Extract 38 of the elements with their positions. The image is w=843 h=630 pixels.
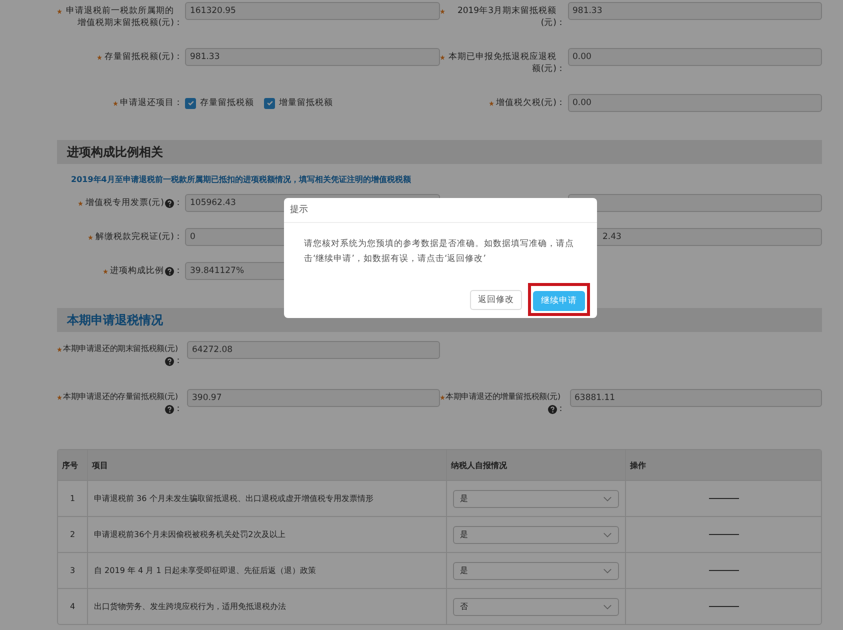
- field-label: 解缴税款完税证(元): [95, 231, 174, 243]
- table-cell-text: 1: [68, 493, 76, 505]
- label-colon: ：: [174, 51, 183, 63]
- field-label: 申请退还项目: [120, 97, 174, 109]
- checkbox-label: 存量留抵税额: [200, 97, 254, 109]
- column-header: 序号: [61, 460, 79, 472]
- table-cell: 申请退税前 36 个月未发生骗取留抵退税、出口退税或虚开增值税专用发票情形: [87, 481, 446, 516]
- dialog-title: 提示: [284, 198, 597, 223]
- table-cell-text: 3: [68, 565, 76, 577]
- label-colon: ：: [174, 355, 183, 367]
- label-colon: ：: [556, 17, 566, 29]
- field-label: 进项构成比例: [110, 265, 164, 277]
- label-colon: ：: [174, 97, 183, 109]
- field-label: 存量留抵税额(元): [104, 51, 174, 63]
- section-note: 2019年4月至申请退税前一税款所属期已抵扣的进项税额情况，填写相关凭证注明的增值税税额: [71, 174, 412, 186]
- label-colon: ：: [174, 17, 183, 29]
- label-colon: ：: [174, 403, 183, 415]
- label-colon: ：: [174, 231, 183, 243]
- table-cell: 出口货物劳务、发生跨境应税行为，适用免抵退税办法: [87, 589, 446, 624]
- section-header: 进项构成比例相关: [57, 140, 822, 164]
- label-colon: ：: [556, 63, 566, 75]
- field-label: 2019年3月期末留抵税额(元): [456, 5, 556, 29]
- table-cell: 申请退税前36个月未因偷税被税务机关处罚2次及以上: [87, 517, 446, 552]
- table-cell-text: 4: [68, 601, 76, 613]
- table-cell-text: 2: [68, 529, 76, 541]
- field-label: 本期已申报免抵退税应退税额(元): [448, 51, 556, 75]
- field-label: 增值税专用发票(元): [85, 197, 164, 209]
- table-cell: 自 2019 年 4 月 1 日起未享受即征即退、先征后返（退）政策: [87, 553, 446, 588]
- checkbox-label: 增量留抵税额: [279, 97, 333, 109]
- column-header: 项目: [87, 450, 446, 480]
- label-colon: ：: [174, 197, 183, 209]
- label-colon: ：: [174, 265, 183, 277]
- field-label: 申请退税前一税款所属期的增值税期末留抵税额(元): [65, 5, 174, 29]
- label-colon: ：: [556, 97, 566, 109]
- column-header: 纳税人自报情况: [446, 450, 625, 480]
- column-header: 操作: [625, 450, 821, 480]
- field-label: 增值税欠税(元): [496, 97, 556, 109]
- label-colon: ：: [556, 403, 566, 415]
